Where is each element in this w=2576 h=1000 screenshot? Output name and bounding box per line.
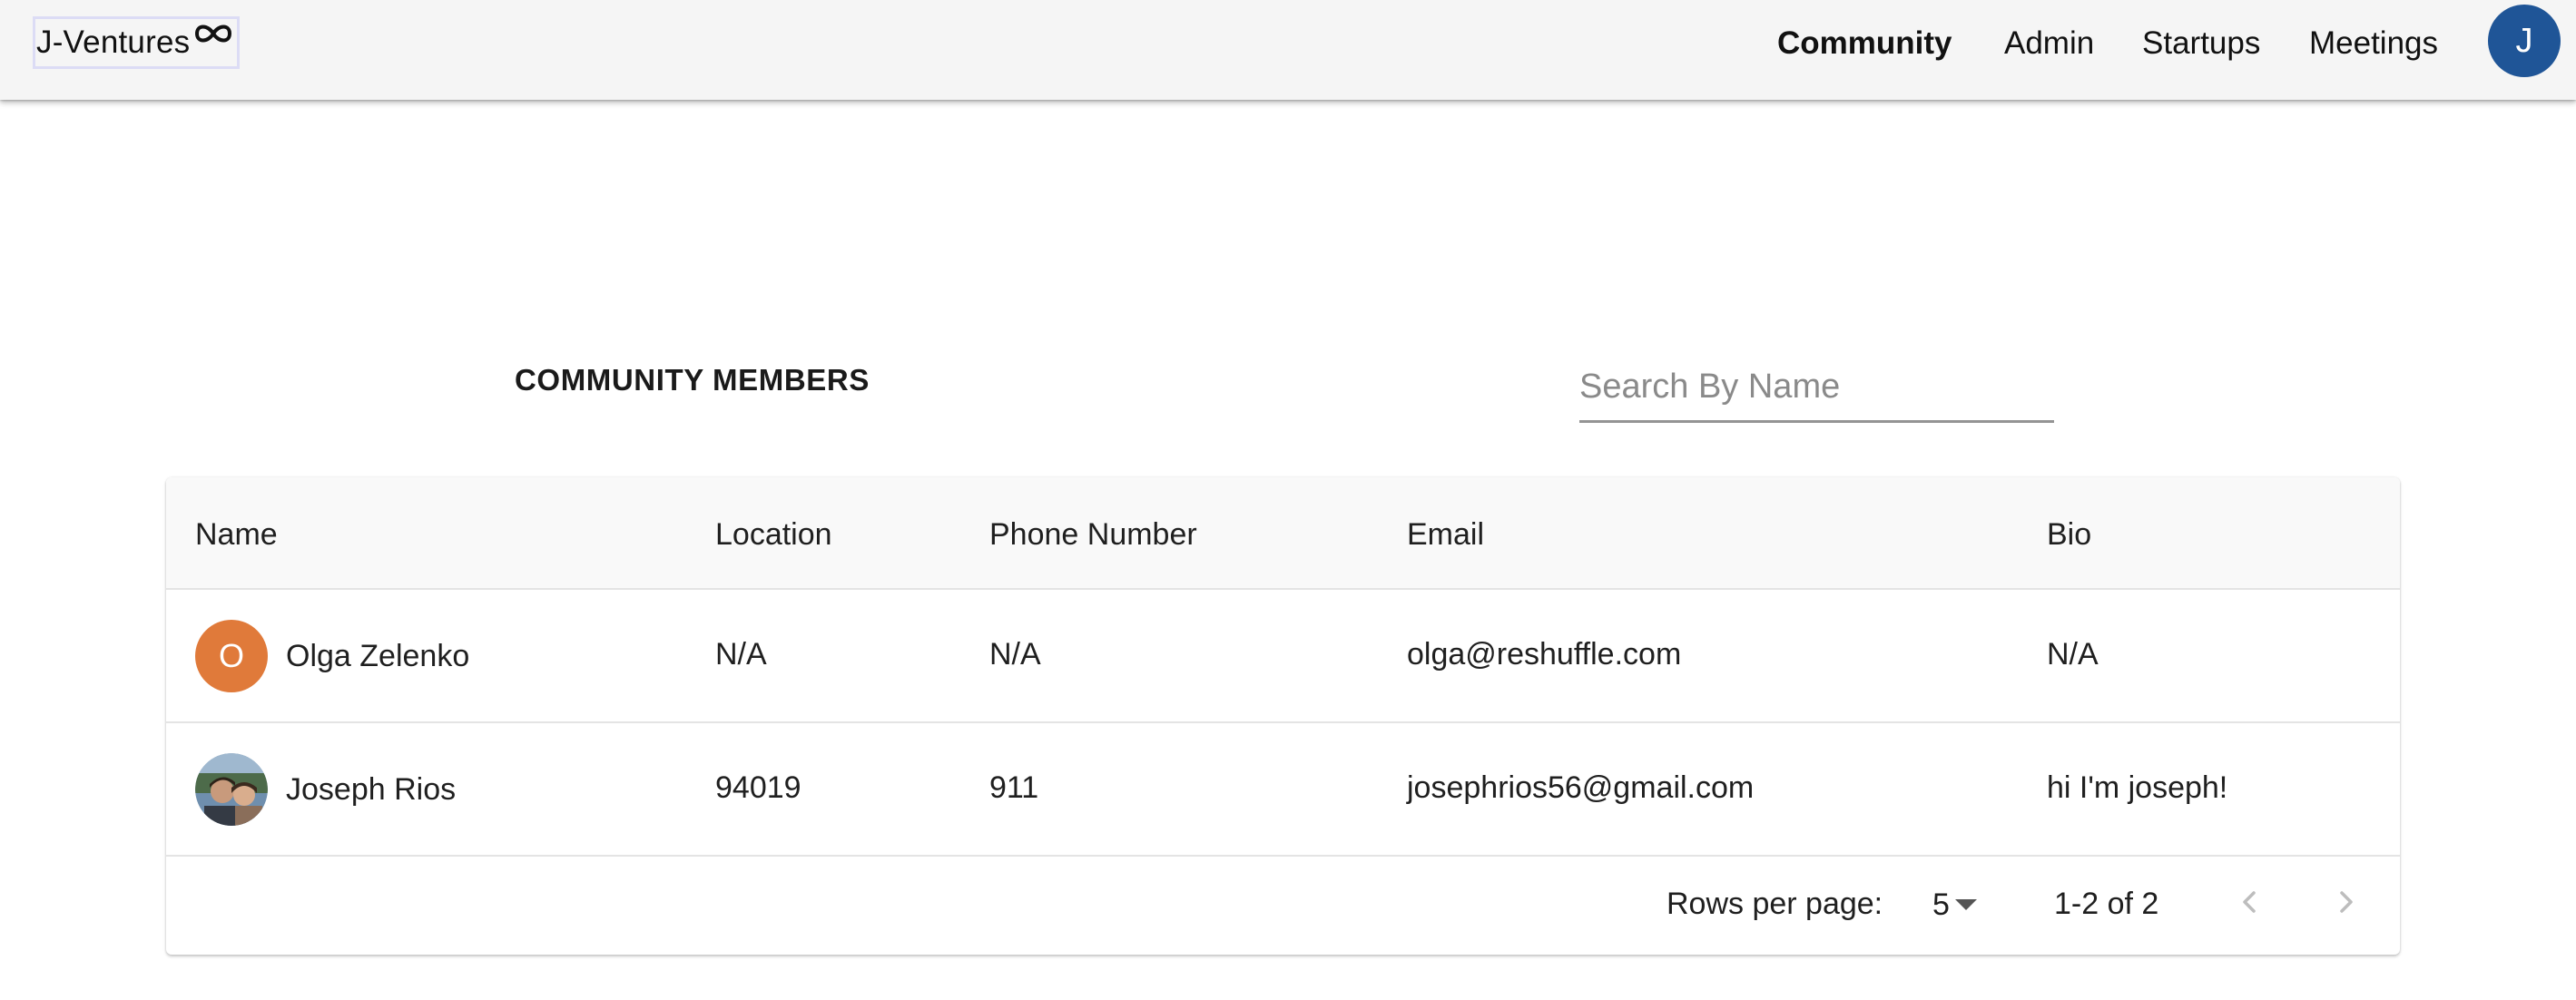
table-row[interactable]: O Olga Zelenko N/A N/A olga@reshuffle.co…	[166, 590, 2400, 723]
top-navigation-bar: J-Ventures Community Admin Startups Meet…	[0, 0, 2576, 100]
previous-page-button[interactable]	[2220, 875, 2278, 933]
name-cell: O Olga Zelenko	[195, 620, 469, 692]
column-header-bio: Bio	[2047, 517, 2092, 552]
avatar: O	[195, 620, 268, 692]
search-input[interactable]	[1579, 356, 2054, 417]
rows-per-page-select[interactable]: 5	[1932, 881, 1977, 928]
email-cell: olga@reshuffle.com	[1407, 637, 1682, 672]
nav-meetings[interactable]: Meetings	[2309, 25, 2438, 62]
location-cell: 94019	[715, 770, 801, 805]
location-cell: N/A	[715, 637, 767, 672]
nav-startups[interactable]: Startups	[2142, 25, 2260, 62]
search-field	[1579, 356, 2054, 423]
column-header-email: Email	[1407, 517, 1485, 552]
rows-per-page-value: 5	[1932, 887, 1950, 922]
phone-cell: N/A	[989, 637, 1041, 672]
dropdown-caret-icon	[1954, 899, 1977, 910]
table-header: Name Location Phone Number Email Bio	[166, 477, 2400, 590]
next-page-button[interactable]	[2317, 875, 2375, 933]
nav-community[interactable]: Community	[1777, 25, 1952, 62]
avatar-photo	[195, 753, 268, 826]
logo[interactable]: J-Ventures	[33, 16, 241, 69]
rows-per-page-label: Rows per page:	[1667, 887, 1883, 921]
column-header-name: Name	[195, 517, 278, 552]
avatar-initial: O	[218, 637, 244, 674]
bio-cell: N/A	[2047, 637, 2099, 672]
user-avatar-initial: J	[2515, 21, 2533, 60]
table-row[interactable]: Joseph Rios 94019 911 josephrios56@gmail…	[166, 723, 2400, 857]
column-header-phone: Phone Number	[989, 517, 1197, 552]
nav-admin[interactable]: Admin	[2004, 25, 2094, 62]
user-avatar[interactable]: J	[2488, 5, 2561, 77]
pagination-range: 1-2 of 2	[2054, 887, 2159, 921]
column-header-location: Location	[715, 517, 832, 552]
bio-cell: hi I'm joseph!	[2047, 770, 2228, 805]
chevron-left-icon	[2236, 888, 2263, 920]
chevron-right-icon	[2333, 888, 2360, 920]
page-title: COMMUNITY MEMBERS	[515, 363, 870, 397]
table-pagination: Rows per page: 5 1-2 of 2	[166, 857, 2400, 955]
phone-cell: 911	[989, 770, 1039, 805]
email-cell: josephrios56@gmail.com	[1407, 770, 1755, 805]
member-name: Joseph Rios	[286, 771, 457, 807]
logo-text: J-Ventures	[36, 25, 191, 60]
name-cell: Joseph Rios	[195, 753, 456, 826]
members-table: Name Location Phone Number Email Bio O O…	[166, 477, 2400, 955]
member-name: Olga Zelenko	[286, 638, 470, 673]
infinity-icon	[193, 17, 233, 50]
